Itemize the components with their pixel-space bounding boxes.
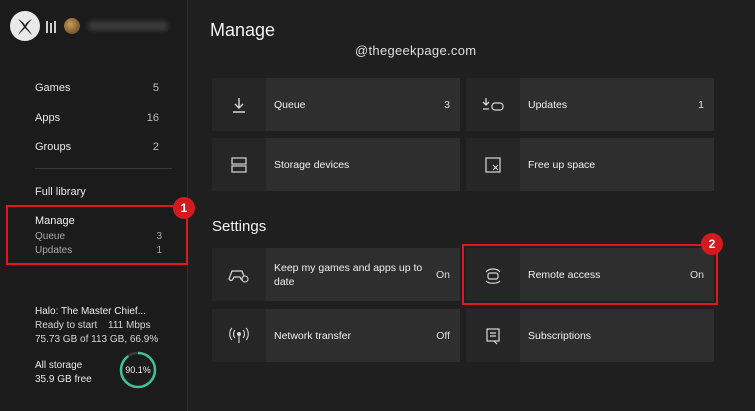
tile-label: Keep my games and apps up to date [274, 261, 423, 288]
manage-title: Manage [35, 215, 75, 227]
storage-icon [212, 138, 266, 191]
sidebar-item-label: Games [35, 82, 71, 94]
tile-label: Subscriptions [528, 329, 592, 342]
tile-label: Free up space [528, 158, 596, 171]
download-icon [212, 78, 266, 131]
sidebar-item-manage[interactable]: Manage Queue 3 Updates 1 [6, 205, 188, 265]
manage-sub-label: Queue [35, 231, 66, 242]
sidebar: Games 5 Apps 16 Groups 2 Full library Ma… [0, 0, 188, 411]
top-bar [10, 10, 168, 42]
active-download[interactable]: Halo: The Master Chief... Ready to start… [35, 305, 158, 347]
watermark: @thegeekpage.com [355, 43, 477, 58]
controller-gear-icon [212, 248, 266, 301]
storage-percent: 90.1% [125, 365, 151, 375]
manage-sub-count: 3 [156, 231, 162, 242]
tile-free-up-space[interactable]: Free up space [466, 138, 714, 191]
tile-label: Remote access [528, 268, 601, 281]
settings-heading: Settings [212, 218, 267, 235]
manage-sub-queue: Queue 3 [35, 231, 162, 242]
game-speed: 111 Mbps [108, 320, 151, 331]
manage-sub-count: 1 [156, 245, 162, 256]
sidebar-item-count: 16 [146, 112, 159, 124]
library-icon [46, 19, 60, 33]
free-space-icon [466, 138, 520, 191]
manage-sub-label: Updates [35, 245, 73, 256]
page-title: Manage [210, 20, 276, 40]
storage-label: All storage [35, 360, 83, 371]
storage-free: 35.9 GB free [35, 374, 92, 385]
remote-access-icon [466, 248, 520, 301]
xbox-logo-icon[interactable] [10, 11, 40, 41]
tile-network-transfer[interactable]: Network transfer Off [212, 309, 460, 362]
tile-queue[interactable]: Queue 3 [212, 78, 460, 131]
sidebar-item-label: Full library [35, 186, 86, 198]
tile-value: 3 [444, 98, 450, 111]
sidebar-item-label: Apps [35, 112, 61, 124]
network-transfer-icon [212, 309, 266, 362]
game-title: Halo: The Master Chief... [35, 306, 146, 317]
callout-badge-1: 1 [173, 197, 195, 219]
tile-keep-up-to-date[interactable]: Keep my games and apps up to date On [212, 248, 460, 301]
callout-badge-2: 2 [701, 233, 723, 255]
sidebar-item-count: 2 [152, 141, 159, 153]
game-progress: 75.73 GB of 113 GB, 66.9% [35, 334, 159, 345]
storage-summary[interactable]: All storage 35.9 GB free [35, 359, 92, 387]
updates-icon [466, 78, 520, 131]
tile-value: 1 [698, 98, 704, 111]
tile-remote-access[interactable]: Remote access On [462, 244, 718, 305]
tile-value: Off [436, 329, 450, 342]
avatar[interactable] [64, 18, 80, 34]
tile-label: Updates [528, 98, 568, 111]
sidebar-divider [35, 168, 172, 169]
sidebar-item-label: Groups [35, 141, 72, 153]
manage-sub-updates: Updates 1 [35, 245, 162, 256]
sidebar-item-apps[interactable]: Apps 16 [35, 112, 159, 124]
tile-storage-devices[interactable]: Storage devices [212, 138, 460, 191]
tile-subscriptions[interactable]: Subscriptions [466, 309, 714, 362]
sidebar-item-full-library[interactable]: Full library [35, 186, 159, 198]
game-status-row: Ready to start 111 Mbps [35, 319, 158, 333]
tile-value: On [435, 268, 450, 281]
gamertag-blurred [88, 21, 168, 31]
sidebar-item-groups[interactable]: Groups 2 [35, 141, 159, 153]
subscriptions-icon [466, 309, 520, 362]
tile-value: On [689, 268, 704, 281]
sidebar-item-games[interactable]: Games 5 [35, 82, 159, 94]
tile-label: Queue [274, 98, 306, 111]
tile-updates[interactable]: Updates 1 [466, 78, 714, 131]
game-status: Ready to start [35, 320, 98, 331]
tile-label: Network transfer [274, 329, 352, 342]
tile-label: Storage devices [274, 158, 350, 171]
sidebar-item-count: 5 [152, 82, 159, 94]
